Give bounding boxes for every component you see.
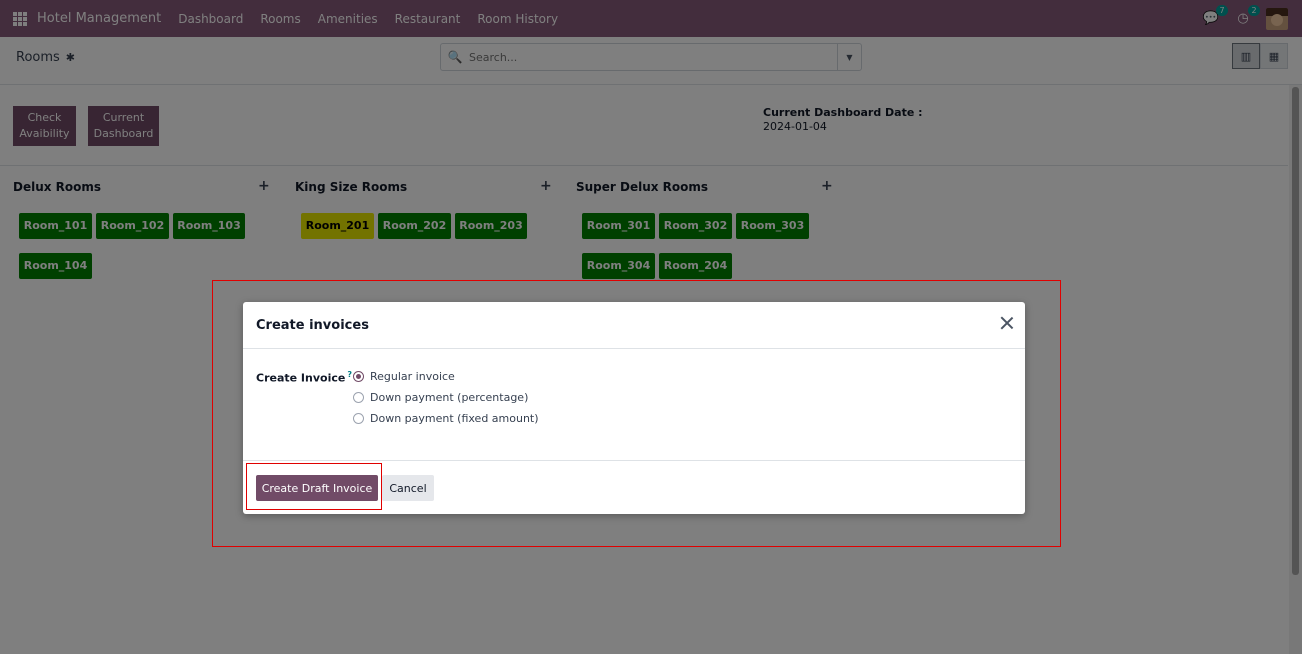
highlight-box-create-button	[246, 463, 382, 510]
